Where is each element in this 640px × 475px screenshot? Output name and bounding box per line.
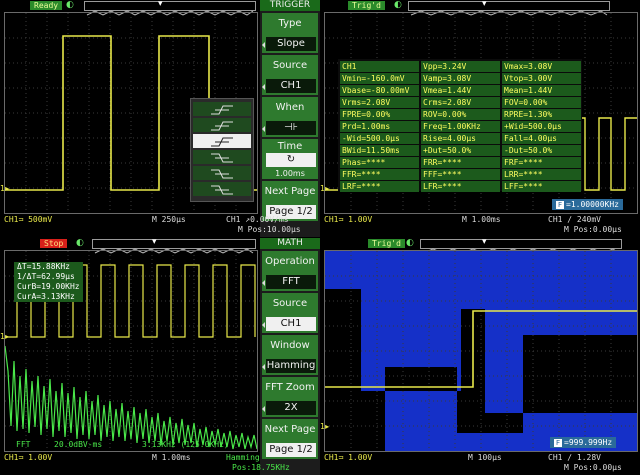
measure-cell: Vmea=1.44V [421,85,500,96]
measure-cell: -Dut=50.0% [502,145,581,156]
measure-cell: FRR=**** [421,157,500,168]
measure-cell: LRR=**** [502,169,581,180]
popup-option-5[interactable] [193,166,251,180]
popup-option-3[interactable] [193,134,251,148]
menu-item-operation[interactable]: Operation FFT [262,251,318,291]
measure-cell: FRF=**** [502,157,581,168]
waveform-display [324,250,638,452]
slope-condition-popup [190,98,254,202]
measure-cell: RPRE=1.30% [502,109,581,120]
measure-cell: Vpp=3.24V [421,61,500,72]
probe-icon: ◐ [406,238,414,248]
math-menu: MATH Operation FFT Source CH1 Window Hammin… [260,238,320,475]
refresh-knob-icon: ↻ [266,153,316,167]
fft-spectrum-trace [5,345,257,450]
memory-depth-bar [84,1,256,16]
measure-cell: Vamp=3.08V [421,73,500,84]
run-status-badge: Trig'd [348,1,385,10]
scope-panel-math: Stop ◐ ▾ 1▸ ΔT=15.88KHz 1/ΔT=62.99μs Cur… [0,238,320,475]
menu-item-source[interactable]: Source CH1 [262,55,318,95]
trigger-position-marker: ▾ [158,0,163,9]
memory-depth-bar [420,239,622,254]
measure-cell: LFR=**** [421,181,500,192]
measure-cell: ROV=0.00% [421,109,500,120]
measure-cell: FOV=0.00% [502,97,581,108]
trigger-position-marker: ▾ [482,238,487,247]
menu-title: TRIGGER [260,0,320,11]
menu-item-time[interactable]: Time ↻ 1.00ms [262,139,318,179]
ch1-ground-marker: 1▸ [0,184,10,193]
trigger-position-marker: ▾ [482,0,487,9]
memory-depth-bar [408,1,610,16]
menu-item-type[interactable]: Type Slope [262,13,318,53]
menu-item-window[interactable]: Window Hamming [262,335,318,375]
run-status-badge: Stop [40,239,68,248]
scope-panel-mask: Trig'd ◐ ▾ 1▸ F =999.999Hz CH1≕ 1.00V M 1… [320,238,640,475]
menu-title: MATH [260,238,320,249]
popup-option-4[interactable] [193,150,251,164]
popup-option-2[interactable] [193,118,251,132]
measure-cell: Vtop=3.00V [502,73,581,84]
ch1-ground-marker: 1▸ [320,184,330,193]
menu-item-when[interactable]: When ⊣⊦ [262,97,318,137]
ch1-ground-marker: 1▸ [320,422,330,431]
measure-cell: Phas=**** [340,157,419,168]
probe-icon: ◐ [394,0,402,10]
measure-cell: Vrms=2.08V [340,97,419,108]
frequency-counter: F =999.999Hz [550,437,617,448]
probe-icon: ◐ [66,0,74,10]
measure-cell: +Dut=50.0% [421,145,500,156]
freq-counter-icon: F [554,439,562,447]
measure-cell: LFF=**** [502,181,581,192]
popup-option-6[interactable] [193,182,251,196]
measure-cell: Prd=1.00ms [340,121,419,132]
run-status-badge: Trig'd [368,239,405,248]
memory-depth-bar [92,239,256,254]
measure-cell: Crms=2.08V [421,97,500,108]
measure-cell: Freq=1.00KHz [421,121,500,132]
measure-cell: Vmin=-160.0mV [340,73,419,84]
measure-cell: LRF=**** [340,181,419,192]
trigger-position-marker: ▾ [152,238,157,247]
menu-item-fft-zoom[interactable]: FFT Zoom 2X [262,377,318,417]
measure-cell: BWid=11.50ms [340,145,419,156]
measure-cell: Mean=1.44V [502,85,581,96]
measure-cell: FFF=**** [421,169,500,180]
measure-cell: FPRE=0.00% [340,109,419,120]
probe-icon: ◐ [76,238,84,248]
measure-cell: Vbase=-80.00mV [340,85,419,96]
measure-cell: -Wid=500.0μs [340,133,419,144]
measure-cell: Rise=4.00μs [421,133,500,144]
menu-item-source[interactable]: Source CH1 [262,293,318,333]
measure-cell: CH1 [340,61,419,72]
scope-panel-trigger: Ready ◐ ▾ 1▸ TRIGGER Type Slope Source C… [0,0,320,237]
frequency-counter: F =1.00000KHz [552,199,623,210]
run-status-badge: Ready [30,1,63,10]
measure-cell: FFR=**** [340,169,419,180]
freq-counter-icon: F [556,201,564,209]
measure-cell: +Wid=500.0μs [502,121,581,132]
popup-option-1[interactable] [193,102,251,116]
measure-cell: Fall=4.00μs [502,133,581,144]
measurement-table: CH1 Vpp=3.24V Vmax=3.08V Vmin=-160.0mV V… [338,59,582,192]
ch1-ground-marker: 1▸ [0,332,10,341]
trigger-menu: TRIGGER Type Slope Source CH1 When ⊣⊦ Time ↻… [260,0,320,237]
cursor-readout: ΔT=15.88KHz 1/ΔT=62.99μs CurB=19.00KHz C… [14,262,83,302]
measure-cell: Vmax=3.08V [502,61,581,72]
